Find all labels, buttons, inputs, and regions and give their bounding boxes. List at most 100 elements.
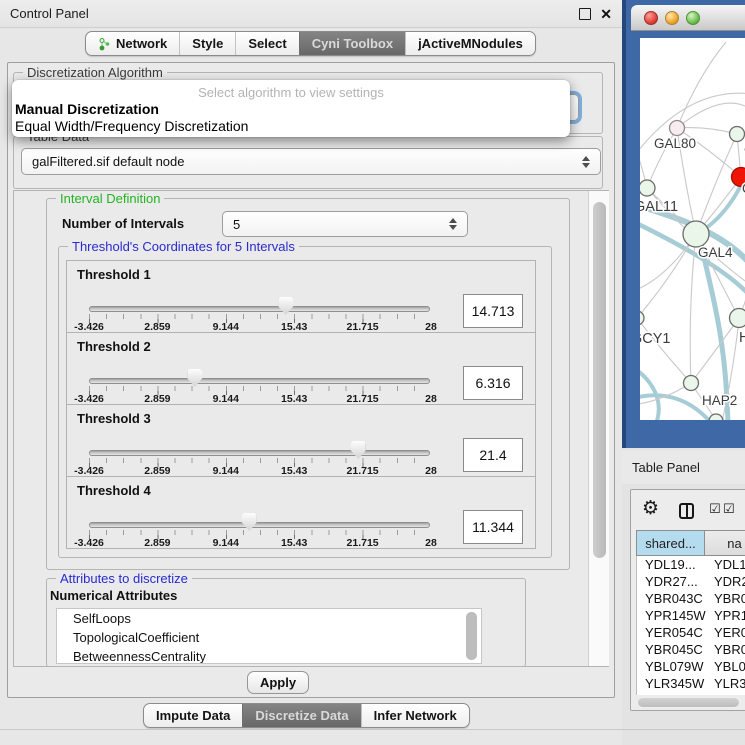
slider-thumb[interactable] (351, 441, 366, 459)
number-of-intervals-value: 5 (233, 217, 240, 232)
gear-icon[interactable]: ⚙ (642, 499, 659, 518)
node-label: GAL80 (654, 136, 696, 151)
dropdown-option-manual[interactable]: Manual Discretization (12, 101, 570, 118)
table-row[interactable]: YDL19...YDL1 (637, 556, 745, 573)
table-row[interactable]: YPR145WYPR1 (637, 607, 745, 624)
slider-track[interactable] (89, 378, 430, 384)
tab-label: Infer Network (374, 708, 457, 723)
slider-track[interactable] (89, 306, 430, 312)
tab-select[interactable]: Select (235, 32, 298, 55)
close-traffic-light-icon[interactable] (644, 11, 658, 25)
tab-network[interactable]: Network (86, 32, 179, 55)
table-row[interactable]: YIL052CYIL0 (637, 692, 745, 695)
network-canvas[interactable]: GAL80 G C GAL11 GAL4 GCY1 H HAP2 (640, 38, 745, 420)
network-window-titlebar[interactable] (631, 5, 745, 31)
horizontal-scrollbar[interactable] (637, 697, 741, 708)
checkbox-icon[interactable]: ☑ (709, 503, 721, 516)
threshold-value-field[interactable]: 6.316 (463, 366, 523, 400)
threshold-slider[interactable]: -3.4262.8599.14415.4321.71528 (89, 477, 430, 550)
threshold-2-panel: Threshold 2 -3.4262.8599.14415.4321.7152… (66, 332, 536, 405)
column-header-shared-name[interactable]: shared... (636, 530, 705, 556)
node-label: GAL4 (698, 245, 733, 260)
table-panel-titlebar: Table Panel (622, 450, 745, 484)
table-cell: YLR345W (637, 676, 706, 691)
column-header-name[interactable]: na (705, 530, 745, 556)
tab-discretize-data[interactable]: Discretize Data (242, 704, 360, 727)
table-cell: YBR0 (706, 591, 745, 606)
combo-stepper-icon (449, 218, 457, 230)
tick-label: 21.715 (347, 537, 379, 549)
threshold-slider[interactable]: -3.4262.8599.14415.4321.71528 (89, 333, 430, 406)
threshold-value-field[interactable]: 11.344 (463, 510, 523, 544)
node-bottom[interactable] (709, 414, 723, 420)
table-row[interactable]: YER054CYER0 (637, 624, 745, 641)
threshold-1-panel: Threshold 1 -3.4262.8599.14415.4321.7152… (66, 260, 536, 333)
slider-thumb[interactable] (278, 297, 293, 315)
table-cell: YER0 (706, 625, 745, 640)
list-item[interactable]: SelfLoops (57, 609, 481, 628)
table-row[interactable]: YLR345WYLR3 (637, 675, 745, 692)
slider-track[interactable] (89, 522, 430, 528)
slider-track[interactable] (89, 450, 430, 456)
table-cell: YBR045C (637, 642, 706, 657)
node-gal11[interactable] (640, 180, 655, 196)
network-icon (98, 37, 111, 51)
float-window-icon[interactable] (579, 8, 591, 20)
tab-style[interactable]: Style (179, 32, 235, 55)
apply-button[interactable]: Apply (247, 671, 309, 694)
numerical-attributes-list[interactable]: SelfLoopsTopologicalCoefficientBetweenne… (56, 608, 482, 664)
node-gcy1[interactable] (640, 311, 644, 325)
node-label: GCY1 (640, 331, 671, 347)
dropdown-option-equal-width[interactable]: Equal Width/Frequency Discretization (12, 118, 570, 135)
table-panel-title: Table Panel (632, 460, 700, 475)
threshold-4-panel: Threshold 4 -3.4262.8599.14415.4321.7152… (66, 476, 536, 549)
threshold-value-field[interactable]: 14.713 (463, 294, 523, 328)
threshold-slider[interactable]: -3.4262.8599.14415.4321.71528 (89, 261, 430, 334)
node-label: GAL11 (640, 199, 678, 215)
threshold-slider[interactable]: -3.4262.8599.14415.4321.71528 (89, 405, 430, 478)
vertical-scrollbar-thumb[interactable] (593, 202, 606, 558)
number-of-intervals-label: Number of Intervals (62, 216, 184, 231)
table-row[interactable]: YBL079WYBL0 (637, 658, 745, 675)
table-cell: YBL0 (706, 659, 745, 674)
table-row[interactable]: YBR045CYBR0 (637, 641, 745, 658)
close-icon[interactable]: ✕ (600, 7, 612, 21)
list-item[interactable]: TopologicalCoefficient (57, 628, 481, 647)
node-label: H (739, 330, 745, 346)
combo-stepper-icon (582, 156, 590, 168)
minimize-traffic-light-icon[interactable] (665, 11, 679, 25)
table-cell: YDR27... (637, 574, 706, 589)
table-cell: YDR2 (706, 574, 745, 589)
table-data-combobox[interactable]: galFiltered.sif default node (21, 148, 601, 175)
table-data-selected-value: galFiltered.sif default node (32, 154, 184, 169)
tab-impute-data[interactable]: Impute Data (144, 704, 242, 727)
tab-cyni-toolbox[interactable]: Cyni Toolbox (299, 32, 405, 55)
number-of-intervals-combobox[interactable]: 5 (222, 211, 468, 237)
node-h[interactable] (730, 309, 745, 328)
node-hap2[interactable] (684, 376, 699, 391)
list-item[interactable]: BetweennessCentrality (57, 647, 481, 664)
group-title: Interval Definition (56, 191, 164, 206)
group-title: Attributes to discretize (56, 571, 192, 586)
zoom-traffic-light-icon[interactable] (686, 11, 700, 25)
threshold-value-field[interactable]: 21.4 (463, 438, 523, 472)
table-cell: YBL079W (637, 659, 706, 674)
slider-thumb[interactable] (187, 369, 202, 387)
list-scrollbar-thumb[interactable] (466, 612, 477, 660)
node-gal1[interactable] (730, 127, 745, 142)
table-row[interactable]: YBR043CYBR0 (637, 590, 745, 607)
tick-label: 9.144 (213, 537, 239, 549)
numerical-attributes-label: Numerical Attributes (50, 588, 177, 603)
table-row[interactable]: YDR27...YDR2 (637, 573, 745, 590)
tab-infer-network[interactable]: Infer Network (361, 704, 469, 727)
split-columns-icon[interactable] (679, 503, 694, 519)
slider-thumb[interactable] (242, 513, 257, 531)
divider (0, 729, 745, 730)
horizontal-scrollbar-thumb[interactable] (638, 698, 739, 707)
tab-label: jActiveMNodules (418, 36, 523, 51)
tab-jactivemnodules[interactable]: jActiveMNodules (405, 32, 535, 55)
node-gal4[interactable] (683, 221, 709, 247)
checkbox-icon[interactable]: ☑ (723, 503, 735, 516)
tick-label: 2.859 (144, 537, 170, 549)
node-gal80[interactable] (670, 121, 685, 136)
